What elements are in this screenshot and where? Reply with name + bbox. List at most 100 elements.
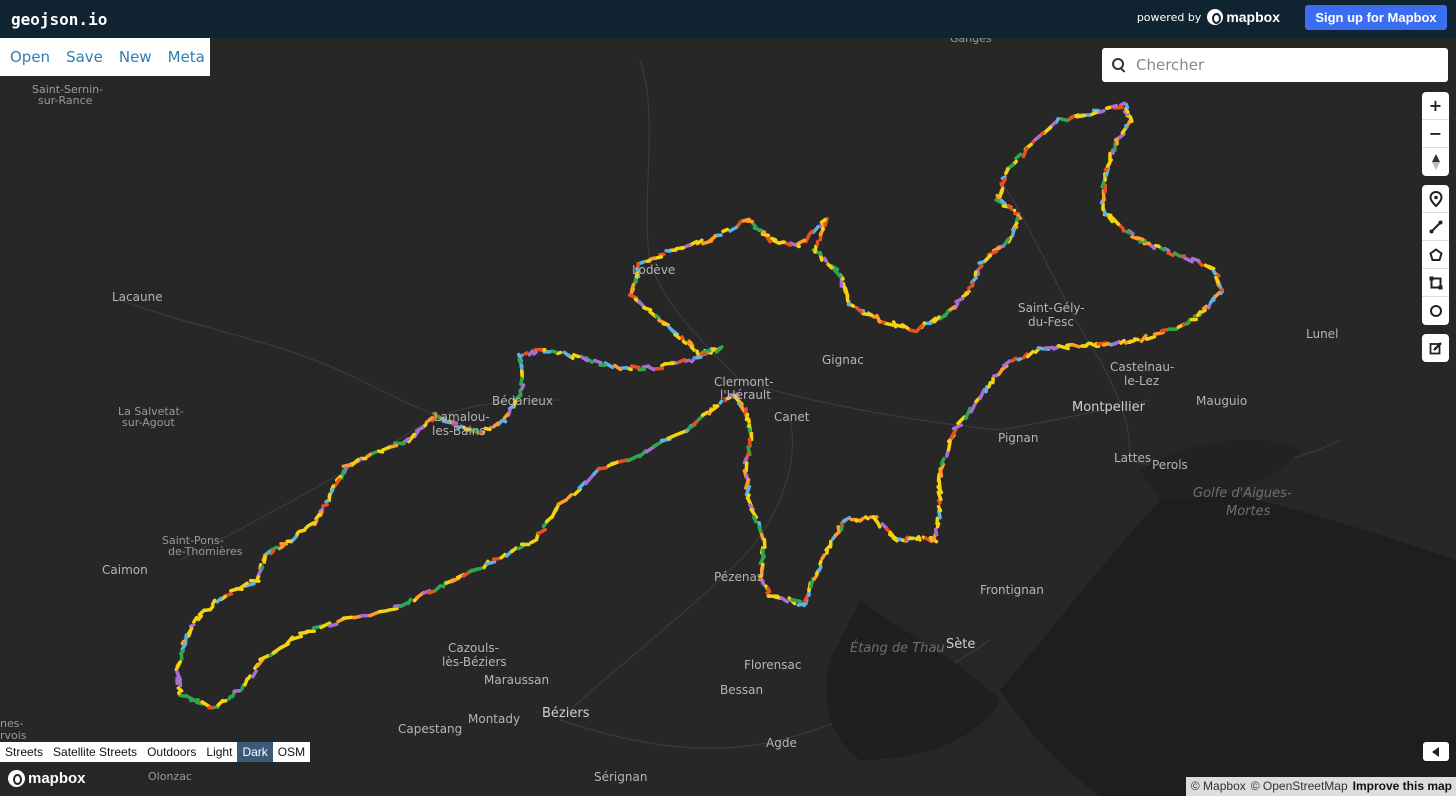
route-segment[interactable] xyxy=(596,465,609,471)
route-segment[interactable] xyxy=(681,339,688,346)
draw-point-button[interactable] xyxy=(1422,185,1449,213)
route-segment[interactable] xyxy=(210,598,217,606)
route-segment[interactable] xyxy=(364,452,372,459)
route-segment[interactable] xyxy=(967,285,973,291)
zoom-in-button[interactable]: + xyxy=(1422,92,1449,120)
route-segment[interactable] xyxy=(977,264,984,271)
route-segment[interactable] xyxy=(314,512,322,521)
menu-open[interactable]: Open xyxy=(10,48,50,66)
route-segment[interactable] xyxy=(328,622,339,628)
route-segment[interactable] xyxy=(1002,359,1012,368)
route-segment[interactable] xyxy=(433,583,443,593)
route-segment[interactable] xyxy=(351,614,363,620)
route-segment[interactable] xyxy=(1185,317,1192,326)
style-outdoors[interactable]: Outdoors xyxy=(142,742,201,762)
route-segment[interactable] xyxy=(536,527,547,536)
route-segment[interactable] xyxy=(1070,342,1081,349)
route-segment[interactable] xyxy=(341,462,353,469)
route-segment[interactable] xyxy=(1213,290,1222,298)
route-segment[interactable] xyxy=(562,350,571,358)
route-segment[interactable] xyxy=(1107,215,1114,224)
style-osm[interactable]: OSM xyxy=(273,742,310,762)
style-dark[interactable]: Dark xyxy=(237,742,273,762)
route-segment[interactable] xyxy=(976,268,981,276)
route-segment[interactable] xyxy=(627,293,639,300)
route-segment[interactable] xyxy=(1153,243,1161,249)
route-segment[interactable] xyxy=(1032,134,1042,143)
route-segment[interactable] xyxy=(1088,110,1098,117)
route-segment[interactable] xyxy=(485,560,497,566)
route-segment[interactable] xyxy=(516,544,526,551)
route-segment[interactable] xyxy=(691,419,699,427)
route-segment[interactable] xyxy=(255,575,261,580)
route-segment[interactable] xyxy=(1214,275,1221,284)
route-segment[interactable] xyxy=(977,260,985,265)
menu-meta[interactable]: Meta xyxy=(168,48,205,66)
route-segment[interactable] xyxy=(1133,337,1140,342)
signup-button[interactable]: Sign up for Mapbox xyxy=(1305,5,1447,30)
route-segment[interactable] xyxy=(661,322,670,327)
collapse-panel-button[interactable] xyxy=(1423,742,1449,761)
route-segment[interactable] xyxy=(1124,229,1132,235)
route-segment[interactable] xyxy=(992,373,1000,378)
route-segment[interactable] xyxy=(321,502,329,508)
route-segment[interactable] xyxy=(951,423,963,431)
route-segment[interactable] xyxy=(1166,251,1175,258)
draw-rectangle-button[interactable] xyxy=(1422,269,1449,297)
route-segment[interactable] xyxy=(690,357,696,364)
mapbox-footer-logo[interactable]: mapbox xyxy=(8,770,86,787)
style-streets[interactable]: Streets xyxy=(0,742,48,762)
route-segment[interactable] xyxy=(197,608,206,617)
route-segment[interactable] xyxy=(822,256,829,264)
style-satellite-streets[interactable]: Satellite Streets xyxy=(48,742,142,762)
route-segment[interactable] xyxy=(227,694,233,701)
route-segment[interactable] xyxy=(676,429,688,436)
route-segment[interactable] xyxy=(746,417,751,425)
route-segment[interactable] xyxy=(758,554,766,566)
route-segment[interactable] xyxy=(502,412,510,421)
route-segment[interactable] xyxy=(1145,334,1157,341)
route-segment[interactable] xyxy=(228,587,240,593)
menu-save[interactable]: Save xyxy=(66,48,103,66)
route-segment[interactable] xyxy=(1007,204,1014,211)
route-segment[interactable] xyxy=(750,221,758,229)
route-segment[interactable] xyxy=(519,383,526,391)
route-segment[interactable] xyxy=(483,426,492,432)
edit-button[interactable] xyxy=(1422,334,1449,362)
route-segment[interactable] xyxy=(629,364,641,370)
route-segment[interactable] xyxy=(648,256,656,262)
route-segment[interactable] xyxy=(215,596,223,604)
route-segment[interactable] xyxy=(744,461,749,473)
route-segment[interactable] xyxy=(936,504,943,513)
route-segment[interactable] xyxy=(183,633,189,643)
route-segment[interactable] xyxy=(689,345,696,352)
route-segment[interactable] xyxy=(386,606,399,612)
route-segment[interactable] xyxy=(700,410,710,417)
route-segment[interactable] xyxy=(939,456,946,466)
route-segment[interactable] xyxy=(642,305,653,312)
route-segment[interactable] xyxy=(491,556,501,562)
route-segment[interactable] xyxy=(728,225,738,233)
improve-map-link[interactable]: Improve this map xyxy=(1353,779,1452,796)
route-segment[interactable] xyxy=(875,520,882,529)
route-segment[interactable] xyxy=(747,437,752,448)
route-segment[interactable] xyxy=(819,217,827,225)
route-segment[interactable] xyxy=(1119,338,1126,345)
route-segment[interactable] xyxy=(1127,338,1137,345)
route-segment[interactable] xyxy=(630,453,641,461)
route-segment[interactable] xyxy=(1117,132,1126,140)
search-input[interactable] xyxy=(1136,56,1426,74)
route-segment[interactable] xyxy=(812,573,819,581)
route-segment[interactable] xyxy=(1158,245,1166,252)
route-segment[interactable] xyxy=(303,524,310,531)
route-segment[interactable] xyxy=(1043,345,1055,350)
route-segment[interactable] xyxy=(680,335,686,343)
route-segment[interactable] xyxy=(916,535,922,542)
route-segment[interactable] xyxy=(841,281,848,294)
route-segment[interactable] xyxy=(1105,105,1112,111)
route-segment[interactable] xyxy=(186,629,193,638)
route-segment[interactable] xyxy=(839,523,844,532)
route-segment[interactable] xyxy=(592,358,603,365)
route-segment[interactable] xyxy=(978,388,986,400)
map-canvas[interactable]: Ganges Saint-Sernin-sur-Rance Lacaune La Sa… xyxy=(0,38,1456,796)
